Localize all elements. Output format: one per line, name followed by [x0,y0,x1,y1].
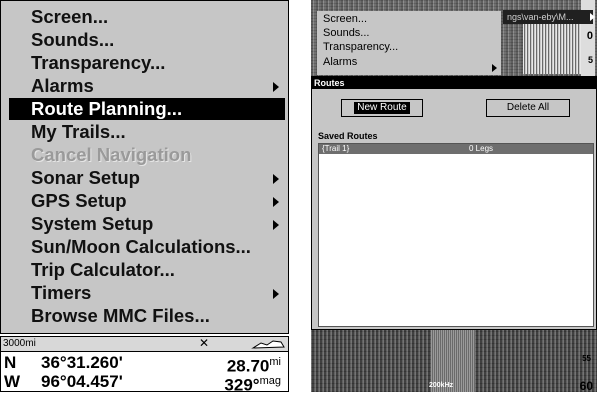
saved-routes-label: Saved Routes [318,131,378,141]
menu-item-screen[interactable]: Screen... [9,6,285,28]
menu-item-gps-setup[interactable]: GPS Setup [9,190,285,212]
ctx-item-alarms[interactable]: Alarms [323,56,357,69]
left-screen: Screen... Sounds... Transparency... Alar… [0,0,291,395]
submenu-arrow-icon [273,174,279,184]
route-legs: 0 Legs [469,144,494,153]
map-landmass-icon [251,340,285,349]
depth-tick-bottom: 55 [582,354,591,363]
sonar-view-bottom: 200kHz 55 60 [311,330,597,392]
menu-item-system-setup[interactable]: System Setup [9,213,285,235]
distance-unit: mi [269,356,281,368]
bearing-unit: mag [259,375,281,387]
main-menu: Screen... Sounds... Transparency... Alar… [0,0,289,334]
play-arrow-icon [590,13,595,21]
menu-item-sounds[interactable]: Sounds... [9,29,285,51]
latitude: 36°31.260' [41,353,123,372]
menu-item-label: Route Planning... [31,98,183,119]
bearing-readout: 329°mag [224,372,281,395]
submenu-arrow-icon [492,64,497,72]
list-item[interactable]: {Trail 1} 0 Legs [319,144,593,154]
menu-item-label: System Setup [31,213,154,234]
menu-item-transparency[interactable]: Transparency... [9,52,285,74]
menu-item-alarms[interactable]: Alarms [9,75,285,97]
menu-item-browse-mmc[interactable]: Browse MMC Files... [9,305,285,327]
menu-item-sun-moon[interactable]: Sun/Moon Calculations... [9,236,285,258]
file-path-bar: ngs\van-eby\M... [503,10,593,24]
submenu-arrow-icon [273,197,279,207]
ctx-item-sounds[interactable]: Sounds... [323,27,369,40]
menu-item-cancel-navigation: Cancel Navigation [9,144,285,166]
lat-direction: N [4,353,17,372]
menu-item-label: Alarms [31,75,94,96]
menu-item-sonar-setup[interactable]: Sonar Setup [9,167,285,189]
menu-item-label: Sonar Setup [31,167,140,188]
menu-item-label: Browse MMC Files... [31,305,210,326]
menu-item-label: My Trails... [31,121,126,142]
ctx-item-screen[interactable]: Screen... [323,13,367,26]
menu-item-my-trails[interactable]: My Trails... [9,121,285,143]
depth-label-bottom: 60 [579,379,593,392]
map-scale: 3000mi [3,338,36,349]
menu-item-label: Timers [31,282,92,303]
button-label: Delete All [506,102,550,113]
dialog-title: Routes [312,77,596,89]
submenu-arrow-icon [273,289,279,299]
submenu-arrow-icon [273,82,279,92]
depth-label-top: 0 [586,30,593,42]
button-label: New Route [354,102,410,114]
nav-status-panel: 3000mi ✕ N 36°31.260' 28.70mi W 96°04.45… [0,336,289,395]
map-scale-strip: 3000mi ✕ [1,337,288,352]
sonar-view-top: 0 5 Screen... Sounds... Transparency... … [311,0,597,76]
new-route-button[interactable]: New Route [341,99,423,117]
latitude-row: N 36°31.260' 28.70mi [4,353,284,376]
right-screen: 0 5 Screen... Sounds... Transparency... … [311,0,597,392]
longitude: 96°04.457' [41,372,123,391]
longitude-row: W 96°04.457' 329°mag [4,372,284,395]
position-marker-icon: ✕ [199,336,210,350]
frequency-label: 200kHz [429,382,454,389]
menu-item-label: Trip Calculator... [31,259,175,280]
menu-item-label: Transparency... [31,52,166,73]
route-name: {Trail 1} [322,144,350,153]
saved-routes-list[interactable]: {Trail 1} 0 Legs [318,143,594,327]
lon-direction: W [4,372,21,391]
menu-item-timers[interactable]: Timers [9,282,285,304]
menu-item-label: Cancel Navigation [31,144,192,165]
background-menu: Screen... Sounds... Transparency... Alar… [317,11,501,75]
delete-all-button[interactable]: Delete All [486,99,570,117]
menu-item-label: Screen... [31,6,109,27]
menu-item-trip-calculator[interactable]: Trip Calculator... [9,259,285,281]
depth-tick-top: 5 [587,55,593,65]
menu-item-route-planning[interactable]: Route Planning... [9,98,285,120]
menu-item-label: Sun/Moon Calculations... [31,236,251,257]
routes-dialog: Routes New Route Delete All Saved Routes… [311,76,597,330]
menu-item-label: Sounds... [31,29,115,50]
ctx-item-transparency[interactable]: Transparency... [323,41,398,54]
submenu-arrow-icon [273,220,279,230]
menu-item-label: GPS Setup [31,190,127,211]
